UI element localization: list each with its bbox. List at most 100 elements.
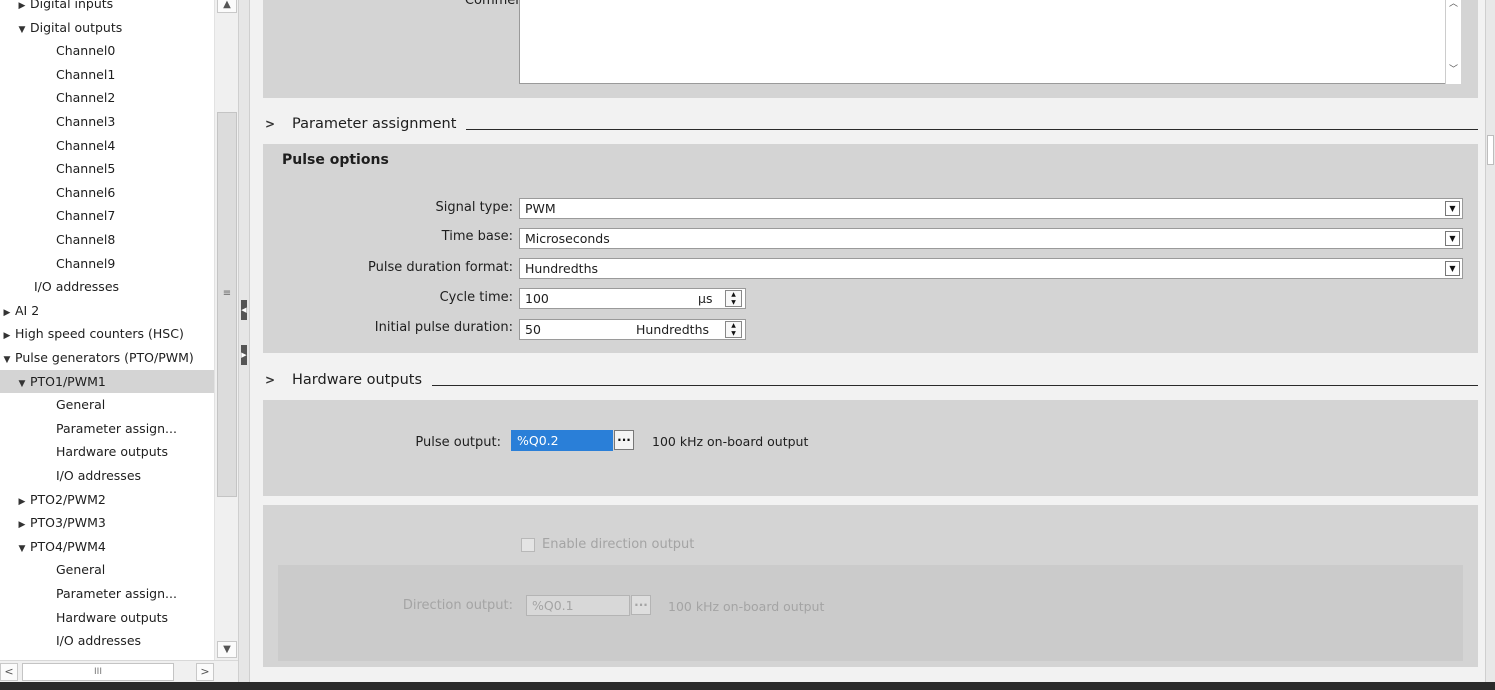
- cycle-time-label: Cycle time:: [439, 290, 513, 305]
- tree-item-label: Pulse generators (PTO/PWM): [15, 350, 194, 365]
- tree-item-label: Hardware outputs: [56, 444, 169, 460]
- scroll-right-icon[interactable]: >: [196, 663, 214, 681]
- collapse-left-icon[interactable]: ◀: [241, 300, 247, 320]
- pulse-output-field[interactable]: %Q0.2: [511, 430, 613, 451]
- comment-scrollbar[interactable]: ︿ ﹀: [1445, 0, 1461, 84]
- tree-item-label: Channel5: [56, 161, 116, 177]
- tree-item-label: I/O addresses: [56, 633, 142, 649]
- tree-item[interactable]: I/O addresses: [0, 629, 214, 653]
- tree-item[interactable]: Channel0: [0, 39, 214, 63]
- tree-item[interactable]: I/O addresses: [0, 275, 214, 299]
- chevron-right-icon[interactable]: >: [265, 117, 275, 131]
- chevron-right-icon[interactable]: >: [265, 373, 275, 387]
- signal-type-select[interactable]: PWM ▼: [519, 198, 1463, 219]
- tree-item[interactable]: Parameter assign...: [0, 582, 214, 606]
- collapse-right-icon[interactable]: ▶: [241, 345, 247, 365]
- panel-splitter[interactable]: ◀ ▶: [238, 0, 250, 682]
- time-base-select[interactable]: Microseconds ▼: [519, 228, 1463, 249]
- cycle-time-unit: µs: [698, 291, 713, 306]
- tree-item-label: Channel2: [56, 90, 116, 106]
- tree-item[interactable]: Channel9: [0, 252, 214, 276]
- initial-pulse-duration-value: 50: [525, 322, 541, 337]
- tree-item[interactable]: Channel8: [0, 228, 214, 252]
- general-panel: Comment: ︿ ﹀: [263, 0, 1478, 98]
- tree-item-label: Channel9: [56, 255, 116, 271]
- parameter-assignment-header[interactable]: > Parameter assignment: [263, 114, 1478, 138]
- tree-item[interactable]: General: [0, 558, 214, 582]
- spinner-icon[interactable]: ▲ ▼: [725, 321, 742, 338]
- dropdown-arrow-icon[interactable]: ▼: [1445, 231, 1460, 246]
- tree-item[interactable]: ▶ PTO2/PWM2: [0, 488, 214, 512]
- pulse-duration-format-value: Hundredths: [525, 261, 599, 276]
- direction-output-field[interactable]: %Q0.1: [526, 595, 630, 616]
- tree-item[interactable]: Channel7: [0, 204, 214, 228]
- direction-output-browse-button[interactable]: ...: [631, 595, 651, 615]
- enable-direction-checkbox[interactable]: [521, 538, 535, 552]
- enable-direction-label: Enable direction output: [542, 537, 695, 552]
- tree-item[interactable]: ▶ High speed counters (HSC): [0, 322, 214, 346]
- scroll-left-icon[interactable]: <: [0, 663, 18, 681]
- tree-item[interactable]: ▼ PTO4/PWM4: [0, 535, 214, 559]
- tree-vertical-scrollbar[interactable]: ▲ ≡ ▼: [214, 0, 238, 660]
- tree-item[interactable]: Channel1: [0, 63, 214, 87]
- tree-hscroll-thumb[interactable]: III: [22, 663, 174, 681]
- direction-output-panel: Enable direction output Direction output…: [263, 505, 1478, 667]
- tree-item[interactable]: ▼ PTO1/PWM1: [0, 369, 214, 394]
- main-scroll-thumb[interactable]: [1487, 135, 1494, 165]
- hardware-outputs-header[interactable]: > Hardware outputs: [263, 370, 1478, 394]
- scroll-down-icon[interactable]: ▼: [217, 641, 237, 658]
- tree-item-label: PTO2/PWM2: [30, 491, 106, 507]
- direction-output-note: 100 kHz on-board output: [668, 599, 825, 614]
- tree-item[interactable]: Hardware outputs: [0, 440, 214, 464]
- tree-item-label: High speed counters (HSC): [15, 326, 184, 342]
- dropdown-arrow-icon[interactable]: ▼: [1445, 261, 1460, 276]
- tree-item[interactable]: Channel5: [0, 157, 214, 181]
- tree-item-label: Channel8: [56, 232, 116, 247]
- main-vertical-scrollbar[interactable]: [1485, 0, 1495, 682]
- chevron-up-icon[interactable]: ︿: [1447, 0, 1460, 10]
- tree-item[interactable]: Hardware outputs: [0, 606, 214, 630]
- spinner-icon[interactable]: ▲ ▼: [725, 290, 742, 307]
- tree-item-label: General: [56, 562, 106, 578]
- dropdown-arrow-icon[interactable]: ▼: [1445, 201, 1460, 216]
- signal-type-value: PWM: [525, 201, 556, 216]
- tree-item[interactable]: Channel6: [0, 181, 214, 205]
- tree-item[interactable]: Channel3: [0, 110, 214, 134]
- tree-item[interactable]: Channel2: [0, 86, 214, 110]
- initial-pulse-duration-input[interactable]: 50 Hundredths ▲ ▼: [519, 319, 746, 340]
- tree-item[interactable]: ▼ Pulse generators (PTO/PWM): [0, 346, 214, 370]
- spin-up-icon[interactable]: ▲: [731, 291, 736, 298]
- group-title: Pulse options: [282, 152, 389, 168]
- pulse-output-browse-button[interactable]: ...: [614, 430, 634, 450]
- direction-output-label: Direction output:: [402, 598, 513, 613]
- time-base-value: Microseconds: [525, 231, 610, 246]
- tree-item[interactable]: General: [0, 393, 214, 417]
- tree-item-label: PTO4/PWM4: [30, 538, 106, 554]
- comment-textarea[interactable]: [519, 0, 1461, 84]
- spin-up-icon[interactable]: ▲: [731, 322, 736, 329]
- scroll-up-icon[interactable]: ▲: [217, 0, 237, 13]
- section-title: Parameter assignment: [292, 116, 467, 132]
- tree-scroll-thumb[interactable]: ≡: [217, 112, 237, 497]
- tree-item[interactable]: Parameter assign...: [0, 417, 214, 441]
- cycle-time-input[interactable]: 100 µs ▲ ▼: [519, 288, 746, 309]
- direction-output-subpanel: Direction output: %Q0.1 ... 100 kHz on-b…: [278, 565, 1463, 661]
- tree-item[interactable]: ▼ Digital outputs: [0, 16, 214, 40]
- tree-horizontal-scrollbar[interactable]: < III >: [0, 660, 238, 682]
- tree-item[interactable]: Channel4: [0, 134, 214, 158]
- tree-item[interactable]: ▶ AI 2: [0, 299, 214, 323]
- pulse-duration-format-label: Pulse duration format:: [368, 260, 513, 275]
- tree-item-label: Channel4: [56, 137, 116, 153]
- chevron-down-icon[interactable]: ﹀: [1447, 62, 1460, 76]
- tree-item-label: Channel3: [56, 114, 116, 129]
- pulse-output-note: 100 kHz on-board output: [652, 434, 809, 449]
- tree-item-label: Channel1: [56, 66, 116, 82]
- spin-down-icon[interactable]: ▼: [731, 330, 736, 337]
- tree-item[interactable]: I/O addresses: [0, 464, 214, 488]
- spin-down-icon[interactable]: ▼: [731, 299, 736, 306]
- pulse-duration-format-select[interactable]: Hundredths ▼: [519, 258, 1463, 279]
- initial-pulse-duration-label: Initial pulse duration:: [374, 320, 513, 335]
- tree-item[interactable]: ▶ Digital inputs: [0, 0, 214, 16]
- tree-item[interactable]: ▶ PTO3/PWM3: [0, 511, 214, 535]
- tree-item-label: Digital inputs: [30, 0, 114, 11]
